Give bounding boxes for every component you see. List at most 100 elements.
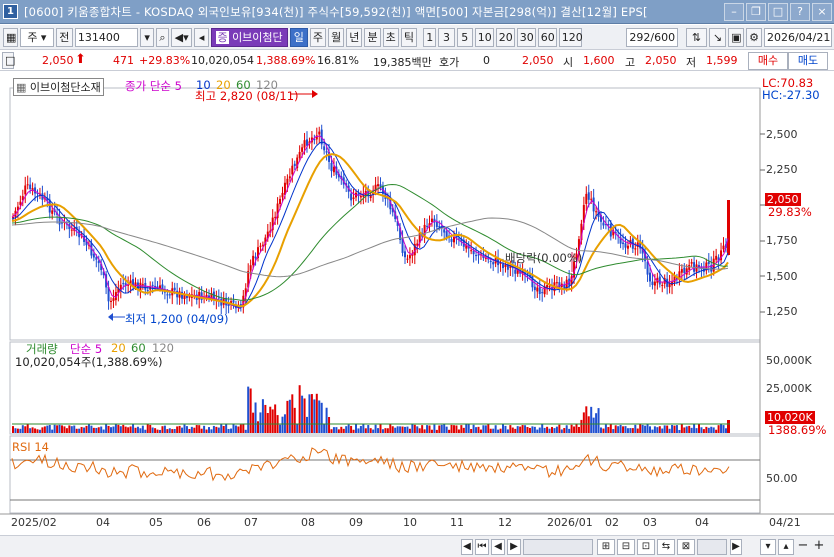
candle-body — [217, 297, 220, 299]
candle-body — [683, 267, 686, 273]
indicator-tab[interactable]: 증 이브이첨단 — [211, 27, 288, 47]
zoom-in-text-icon[interactable]: + — [812, 539, 826, 555]
period-month-button[interactable]: 월 — [328, 27, 345, 47]
dividend-label: 배당락(0.00%) — [505, 251, 583, 265]
volume-bar — [438, 425, 441, 433]
save-icon[interactable]: ▣ — [728, 27, 745, 47]
prev-stock-icon[interactable]: ◂ — [194, 27, 210, 47]
volume-bar — [688, 425, 691, 433]
reset-zoom-icon[interactable]: ⊡ — [637, 539, 655, 555]
stock-code-input[interactable]: 131400 — [74, 27, 139, 47]
volume-bar — [374, 424, 377, 433]
candle-body — [404, 251, 406, 258]
volume-bar — [58, 424, 61, 433]
candle-body — [323, 146, 326, 151]
volume-bar — [80, 426, 83, 433]
candle-body — [252, 255, 255, 266]
volume-bar — [188, 428, 191, 433]
scroll-prev-icon[interactable]: ◀ — [491, 539, 505, 555]
chart-settings-icon[interactable]: ⇅ — [686, 27, 707, 47]
scroll-start-icon[interactable]: ⏮ — [475, 539, 489, 555]
interval-60-button[interactable]: 60 — [537, 27, 557, 47]
chart-canvas[interactable] — [0, 72, 834, 534]
period-minute-button[interactable]: 분 — [364, 27, 381, 47]
date-input[interactable]: 2026/04/21 — [763, 27, 832, 47]
period-week-button[interactable]: 주 — [309, 27, 327, 47]
period-second-button[interactable]: 초 — [382, 27, 399, 47]
volume-bar — [36, 429, 39, 433]
count-input[interactable]: 292/600 — [625, 27, 679, 47]
interval-30-button[interactable]: 30 — [516, 27, 536, 47]
volume-bar — [139, 428, 142, 433]
volume-bar — [612, 429, 615, 433]
volume-bar — [629, 428, 632, 433]
scale-up-icon[interactable]: ▴ — [778, 539, 794, 555]
minimize-icon[interactable]: – — [724, 3, 744, 21]
volume-bar — [502, 424, 504, 433]
interval-3-button[interactable]: 3 — [438, 27, 455, 47]
period-tick-button[interactable]: 틱 — [400, 27, 418, 47]
volume-bar — [443, 424, 446, 433]
volume-bar — [110, 427, 112, 433]
period-day-button[interactable]: 일 — [289, 27, 308, 47]
restore-icon[interactable]: ❐ — [746, 3, 766, 21]
zoom-in-icon[interactable]: ⊞ — [597, 539, 615, 555]
scroll-next-icon[interactable]: ▶ — [507, 539, 521, 555]
volume-bar — [212, 425, 215, 433]
prefix-button[interactable]: 전 — [55, 27, 73, 47]
volume-bar — [411, 424, 414, 433]
volume-bar — [132, 424, 135, 433]
candle-body — [301, 147, 304, 152]
maximize-icon[interactable]: □ — [768, 3, 788, 21]
volume-bar — [239, 424, 242, 433]
crosshair-icon[interactable]: ↘ — [708, 27, 727, 47]
quote-volume-pct: 1,388.69% — [256, 54, 316, 67]
scroll-right-icon[interactable]: ▶ — [730, 539, 742, 555]
interval-10-button[interactable]: 10 — [474, 27, 494, 47]
scale-down-icon[interactable]: ▾ — [760, 539, 776, 555]
interval-5-button[interactable]: 5 — [456, 27, 473, 47]
window-controls: – ❐ □ ? × — [722, 3, 832, 21]
interval-20-button[interactable]: 20 — [495, 27, 515, 47]
volume-bar — [259, 412, 262, 433]
zoom-out-text-icon[interactable]: − — [796, 539, 810, 555]
candle-body — [450, 239, 453, 242]
sound-icon[interactable]: ◀▾ — [171, 27, 193, 47]
zoom-out-icon[interactable]: ⊟ — [617, 539, 635, 555]
interval-1-button[interactable]: 1 — [423, 27, 437, 47]
volume-bar — [198, 425, 201, 433]
volume-bar — [176, 426, 179, 433]
volume-bar — [548, 428, 551, 433]
interval-120-button[interactable]: 120 — [558, 27, 583, 47]
volume-bar — [560, 429, 563, 433]
candle-body — [166, 294, 169, 296]
quote-toggle-icon[interactable]: □ — [2, 52, 15, 69]
volume-bar — [683, 427, 686, 433]
code-dropdown-icon[interactable]: ▾ — [140, 27, 154, 47]
scroll-left-icon[interactable]: ◀ — [461, 539, 473, 555]
pan-icon[interactable]: ⇆ — [657, 539, 675, 555]
volume-bar — [328, 417, 331, 433]
scroll-track[interactable] — [523, 539, 593, 555]
gear-icon[interactable]: ⚙ — [746, 27, 762, 47]
sell-button[interactable]: 매도 — [788, 52, 828, 70]
volume-ma60-label: 60 — [131, 341, 146, 355]
close-icon[interactable]: × — [812, 3, 832, 21]
volume-bar — [303, 398, 306, 433]
menu-icon[interactable]: ▦ — [3, 27, 18, 47]
period-year-button[interactable]: 년 — [346, 27, 363, 47]
volume-bar — [521, 425, 524, 433]
help-icon[interactable]: ? — [790, 3, 810, 21]
volume-bar — [362, 424, 365, 433]
volume-bar — [75, 428, 78, 433]
candle-body — [624, 243, 627, 248]
volume-bar — [156, 429, 159, 433]
split-icon[interactable]: ⊠ — [677, 539, 695, 555]
stock-type-value: 주 — [27, 30, 38, 44]
chart-area[interactable] — [0, 72, 834, 534]
search-icon[interactable]: ⌕ — [155, 27, 170, 47]
scroll-handle[interactable] — [697, 539, 727, 555]
stock-type-select[interactable]: 주 ▾ — [20, 27, 54, 47]
buy-button[interactable]: 매수 — [748, 52, 788, 70]
hc-label: HC:-27.30 — [762, 88, 820, 102]
